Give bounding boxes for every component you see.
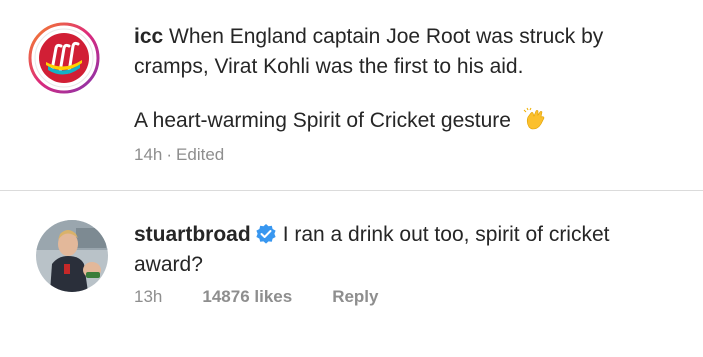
clapping-hands-icon [523, 107, 547, 131]
comment-time: 14h [134, 145, 163, 164]
reply-button[interactable]: Reply [332, 287, 378, 307]
comment-stuartbroad-meta: 13h 14876 likes Reply [134, 287, 378, 307]
comment-icc-paragraph: A heart-warming Spirit of Cricket gestur… [134, 106, 547, 136]
comment-stuartbroad-body: stuartbroad I ran a drink out too, spiri… [134, 220, 682, 280]
comment-icc-body: icc When England captain Joe Root was st… [134, 22, 682, 82]
comment-icc-meta: 14h · Edited [134, 145, 224, 165]
icc-logo-icon [28, 22, 100, 94]
comment-text-line1: When England captain Joe Root was struck… [169, 25, 604, 48]
comment-text-line2: award? [134, 253, 203, 276]
edited-label: Edited [176, 145, 225, 164]
verified-badge-icon [255, 223, 277, 245]
comment-username[interactable]: icc [134, 25, 163, 48]
meta-separator: · [166, 145, 173, 164]
icc-avatar[interactable] [28, 22, 100, 94]
stuartbroad-avatar[interactable] [36, 220, 108, 292]
comment-text-line1: I ran a drink out too, spirit of cricket [282, 223, 610, 246]
comment-text-paragraph: A heart-warming Spirit of Cricket gestur… [134, 109, 511, 132]
comment-divider [0, 190, 703, 191]
comment-time: 13h [134, 287, 163, 306]
comment-username[interactable]: stuartbroad [134, 223, 251, 246]
comment-text-line2: cramps, Virat Kohli was the first to his… [134, 55, 524, 78]
profile-photo-icon [36, 220, 108, 292]
likes-count-button[interactable]: 14876 likes [202, 287, 292, 307]
